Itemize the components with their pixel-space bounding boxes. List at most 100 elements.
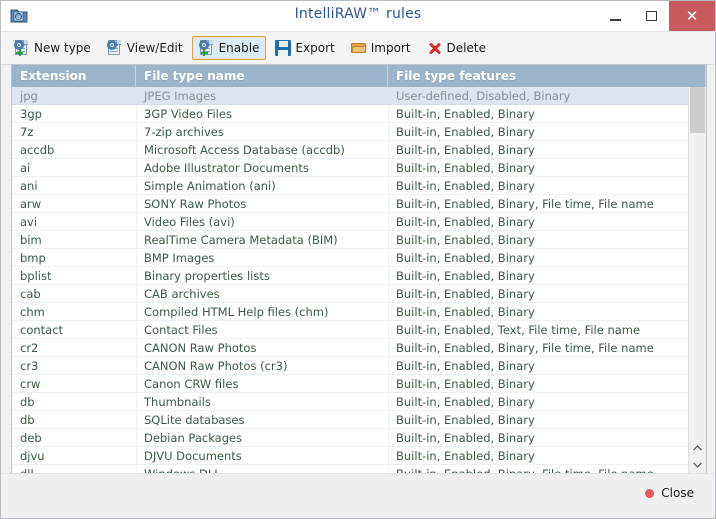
- cell-file-type-features: Built-in, Enabled, Binary, File time, Fi…: [388, 197, 688, 211]
- minimize-icon: [610, 19, 621, 21]
- table-row[interactable]: debDebian PackagesBuilt-in, Enabled, Bin…: [12, 429, 688, 447]
- cell-file-type-features: Built-in, Enabled, Binary: [388, 413, 688, 427]
- column-header-file-type-features[interactable]: File type features: [388, 65, 706, 87]
- cell-file-type-features: Built-in, Enabled, Text, File time, File…: [388, 323, 688, 337]
- cell-file-type-features: Built-in, Enabled, Binary: [388, 233, 688, 247]
- table-row[interactable]: dbThumbnailsBuilt-in, Enabled, Binary: [12, 393, 688, 411]
- close-button[interactable]: Close: [638, 482, 701, 504]
- export-label: Export: [295, 41, 334, 55]
- cell-file-type-name: RealTime Camera Metadata (BIM): [136, 233, 388, 247]
- table-row[interactable]: cr3CANON Raw Photos (cr3)Built-in, Enabl…: [12, 357, 688, 375]
- cell-file-type-name: Binary properties lists: [136, 269, 388, 283]
- enable-document-icon: [199, 40, 215, 56]
- table-row[interactable]: contactContact FilesBuilt-in, Enabled, T…: [12, 321, 688, 339]
- cell-file-type-name: Video Files (avi): [136, 215, 388, 229]
- export-button[interactable]: Export: [268, 36, 341, 60]
- toolbar: New type View/Edit Enable Export Imp: [1, 32, 715, 65]
- table-row[interactable]: arwSONY Raw PhotosBuilt-in, Enabled, Bin…: [12, 195, 688, 213]
- footer: Close: [1, 473, 715, 518]
- cell-file-type-features: Built-in, Enabled, Binary: [388, 287, 688, 301]
- cell-extension: cr3: [12, 359, 136, 373]
- cell-file-type-name: Compiled HTML Help files (chm): [136, 305, 388, 319]
- red-dot-icon: [645, 489, 654, 498]
- cell-extension: arw: [12, 197, 136, 211]
- cell-extension: cab: [12, 287, 136, 301]
- close-window-button[interactable]: ✕: [669, 1, 715, 31]
- cell-file-type-name: SONY Raw Photos: [136, 197, 388, 211]
- table-row[interactable]: jpgJPEG ImagesUser-defined, Disabled, Bi…: [12, 87, 688, 105]
- vertical-scrollbar[interactable]: [688, 87, 706, 473]
- cell-file-type-name: Canon CRW files: [136, 377, 388, 391]
- close-icon: ✕: [686, 9, 699, 24]
- cell-extension: ani: [12, 179, 136, 193]
- table-row[interactable]: cr2CANON Raw PhotosBuilt-in, Enabled, Bi…: [12, 339, 688, 357]
- table-row[interactable]: bimRealTime Camera Metadata (BIM)Built-i…: [12, 231, 688, 249]
- table-row[interactable]: aviVideo Files (avi)Built-in, Enabled, B…: [12, 213, 688, 231]
- table-row[interactable]: dbSQLite databasesBuilt-in, Enabled, Bin…: [12, 411, 688, 429]
- table-row[interactable]: bmpBMP ImagesBuilt-in, Enabled, Binary: [12, 249, 688, 267]
- table-row[interactable]: aniSimple Animation (ani)Built-in, Enabl…: [12, 177, 688, 195]
- table-row[interactable]: djvuDJVU DocumentsBuilt-in, Enabled, Bin…: [12, 447, 688, 465]
- table-row[interactable]: dllWindows DLLBuilt-in, Enabled, Binary,…: [12, 465, 688, 473]
- import-button[interactable]: Import: [344, 36, 418, 60]
- enable-label: Enable: [219, 41, 260, 55]
- intelliraw-rules-window: @ IntelliRAW™ rules ✕ New type: [0, 0, 716, 519]
- scroll-up-arrow-icon[interactable]: [689, 439, 706, 456]
- column-header-extension[interactable]: Extension: [12, 65, 136, 87]
- grid-header-row: Extension File type name File type featu…: [12, 65, 706, 87]
- cell-extension: bplist: [12, 269, 136, 283]
- cell-file-type-name: DJVU Documents: [136, 449, 388, 463]
- delete-button[interactable]: Delete: [420, 36, 493, 60]
- cell-extension: crw: [12, 377, 136, 391]
- table-row[interactable]: chmCompiled HTML Help files (chm)Built-i…: [12, 303, 688, 321]
- cell-file-type-features: Built-in, Enabled, Binary: [388, 179, 688, 193]
- column-header-file-type-name[interactable]: File type name: [136, 65, 388, 87]
- table-row[interactable]: aiAdobe Illustrator DocumentsBuilt-in, E…: [12, 159, 688, 177]
- scrollbar-thumb[interactable]: [690, 87, 705, 133]
- table-row[interactable]: accdbMicrosoft Access Database (accdb)Bu…: [12, 141, 688, 159]
- cell-file-type-name: CANON Raw Photos: [136, 341, 388, 355]
- table-row[interactable]: crwCanon CRW filesBuilt-in, Enabled, Bin…: [12, 375, 688, 393]
- cell-file-type-features: Built-in, Enabled, Binary: [388, 305, 688, 319]
- cell-extension: chm: [12, 305, 136, 319]
- file-types-grid: Extension File type name File type featu…: [11, 64, 707, 474]
- table-row[interactable]: 7z7-zip archivesBuilt-in, Enabled, Binar…: [12, 123, 688, 141]
- view-edit-label: View/Edit: [127, 41, 183, 55]
- enable-button[interactable]: Enable: [192, 36, 267, 60]
- table-row[interactable]: bplistBinary properties listsBuilt-in, E…: [12, 267, 688, 285]
- cell-file-type-name: Simple Animation (ani): [136, 179, 388, 193]
- title-bar: @ IntelliRAW™ rules ✕: [1, 1, 715, 32]
- maximize-icon: [646, 11, 657, 21]
- cell-file-type-name: JPEG Images: [136, 89, 388, 103]
- cell-extension: ai: [12, 161, 136, 175]
- cell-extension: cr2: [12, 341, 136, 355]
- scroll-down-arrow-icon[interactable]: [689, 456, 706, 473]
- cell-extension: db: [12, 395, 136, 409]
- cell-file-type-name: Debian Packages: [136, 431, 388, 445]
- cell-file-type-name: CAB archives: [136, 287, 388, 301]
- cell-file-type-features: Built-in, Enabled, Binary: [388, 251, 688, 265]
- new-type-button[interactable]: New type: [7, 36, 98, 60]
- red-x-icon: [427, 40, 443, 56]
- cell-file-type-features: Built-in, Enabled, Binary: [388, 449, 688, 463]
- minimize-button[interactable]: [597, 1, 633, 31]
- cell-file-type-name: SQLite databases: [136, 413, 388, 427]
- cell-extension: jpg: [12, 89, 136, 103]
- cell-extension: deb: [12, 431, 136, 445]
- table-row[interactable]: cabCAB archivesBuilt-in, Enabled, Binary: [12, 285, 688, 303]
- cell-extension: avi: [12, 215, 136, 229]
- cell-extension: djvu: [12, 449, 136, 463]
- cell-file-type-name: Microsoft Access Database (accdb): [136, 143, 388, 157]
- cell-file-type-features: User-defined, Disabled, Binary: [388, 89, 688, 103]
- cell-extension: accdb: [12, 143, 136, 157]
- maximize-button[interactable]: [633, 1, 669, 31]
- view-edit-button[interactable]: View/Edit: [100, 36, 190, 60]
- cell-file-type-name: Contact Files: [136, 323, 388, 337]
- table-row[interactable]: 3gp3GP Video FilesBuilt-in, Enabled, Bin…: [12, 105, 688, 123]
- cell-file-type-name: CANON Raw Photos (cr3): [136, 359, 388, 373]
- cell-file-type-name: Thumbnails: [136, 395, 388, 409]
- cell-extension: 3gp: [12, 107, 136, 121]
- cell-file-type-name: 3GP Video Files: [136, 107, 388, 121]
- cell-file-type-features: Built-in, Enabled, Binary: [388, 215, 688, 229]
- cell-extension: contact: [12, 323, 136, 337]
